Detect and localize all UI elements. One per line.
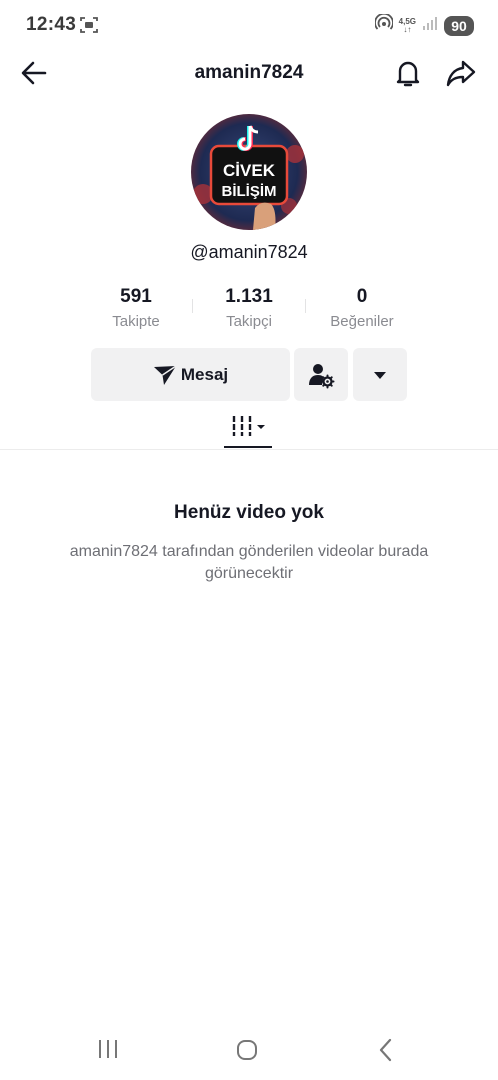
screen-record-icon	[80, 16, 98, 34]
recents-icon	[99, 1040, 117, 1058]
tab-divider	[0, 449, 498, 450]
profile-header: amanin7824	[0, 50, 498, 96]
stat-following-value: 591	[120, 286, 152, 307]
share-button[interactable]	[444, 57, 478, 89]
stat-followers-value: 1.131	[225, 286, 273, 307]
tab-active-indicator	[224, 446, 272, 448]
empty-state-description: amanin7824 tarafından gönderilen videola…	[69, 543, 429, 582]
avatar[interactable]: CİVEK BİLİŞİM	[191, 114, 307, 230]
home-button[interactable]	[235, 1038, 259, 1062]
caret-down-icon	[374, 371, 386, 379]
send-icon	[153, 364, 177, 385]
home-icon	[237, 1040, 257, 1060]
signal-icon	[422, 15, 438, 36]
message-button-label: Mesaj	[180, 364, 229, 384]
more-options-button[interactable]	[353, 348, 407, 401]
system-back-button[interactable]	[376, 1038, 396, 1062]
stat-following-label: Takipte	[112, 313, 160, 330]
message-button[interactable]: Mesaj	[91, 348, 290, 401]
profile-handle: @amanin7824	[190, 242, 308, 262]
status-time: 12:43	[26, 14, 77, 35]
system-nav-bar	[0, 1020, 498, 1080]
profile-stats: 591 Takipte 1.131 Takipçi 0 Beğeniler	[80, 285, 418, 337]
stat-followers[interactable]: 1.131 Takipçi	[193, 285, 305, 330]
recents-button[interactable]	[96, 1038, 120, 1060]
avatar-text-line1: CİVEK	[223, 161, 276, 180]
chevron-left-icon	[379, 1038, 392, 1062]
network-arrows: ↓↑	[403, 24, 412, 34]
avatar-text-line2: BİLİŞİM	[222, 183, 277, 200]
stat-following[interactable]: 591 Takipte	[80, 285, 192, 330]
battery-level: 90	[444, 15, 474, 36]
network-indicator: 4,5G ↓↑	[399, 17, 416, 34]
status-bar: 12:43 4,5G ↓↑ 90	[0, 0, 498, 50]
notification-button[interactable]	[392, 57, 424, 89]
tab-videos[interactable]	[224, 410, 274, 450]
share-arrow-icon	[446, 60, 476, 87]
bell-icon	[396, 61, 420, 87]
empty-state-title: Henüz video yok	[174, 502, 324, 523]
user-settings-icon	[309, 363, 335, 388]
hotspot-icon	[373, 12, 394, 37]
stat-followers-label: Takipçi	[226, 313, 272, 330]
friend-settings-button[interactable]	[294, 348, 348, 401]
stat-likes-label: Beğeniler	[330, 313, 394, 330]
stat-likes-value: 0	[356, 286, 368, 307]
videos-grid-icon	[232, 416, 265, 436]
stat-likes[interactable]: 0 Beğeniler	[306, 285, 418, 330]
